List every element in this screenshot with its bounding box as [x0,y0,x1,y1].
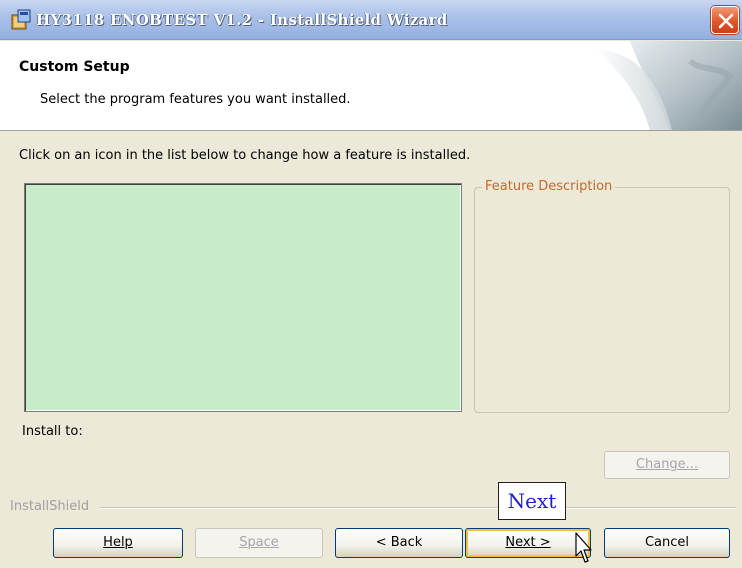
brand-divider [100,507,736,509]
feature-description-group [474,187,730,413]
instruction-text: Click on an icon in the list below to ch… [19,148,471,163]
page-title: Custom Setup [19,59,130,75]
mouse-cursor-icon [575,532,592,563]
space-button[interactable]: Space [195,528,323,558]
back-button[interactable]: < Back [335,528,463,558]
cancel-button-label: Cancel [644,535,690,550]
title-bar[interactable]: HY3118 ENOBTEST V1.2 - InstallShield Wiz… [0,0,742,40]
cancel-button[interactable]: Cancel [604,528,730,558]
close-icon [718,13,734,29]
installer-icon [11,9,31,30]
next-button-label: Next > [505,535,551,550]
change-button[interactable]: Change... [604,451,730,479]
install-to-label: Install to: [22,424,83,439]
header-graphic [595,41,742,130]
page-subtitle: Select the program features you want ins… [40,92,351,107]
help-button-label: Help [103,535,133,550]
help-button[interactable]: Help [53,528,183,558]
space-button-label: Space [239,535,279,550]
next-button[interactable]: Next > [465,528,591,558]
change-button-label: Change... [635,457,699,472]
header-banner: Custom Setup Select the program features… [0,41,742,131]
window-title: HY3118 ENOBTEST V1.2 - InstallShield Wiz… [36,11,448,29]
back-button-label: < Back [375,535,423,550]
next-annotation-box: Next [498,482,566,520]
installshield-brand: InstallShield [10,499,90,514]
feature-tree-list[interactable] [24,183,462,412]
feature-description-label: Feature Description [482,179,616,194]
close-button[interactable] [711,6,739,34]
